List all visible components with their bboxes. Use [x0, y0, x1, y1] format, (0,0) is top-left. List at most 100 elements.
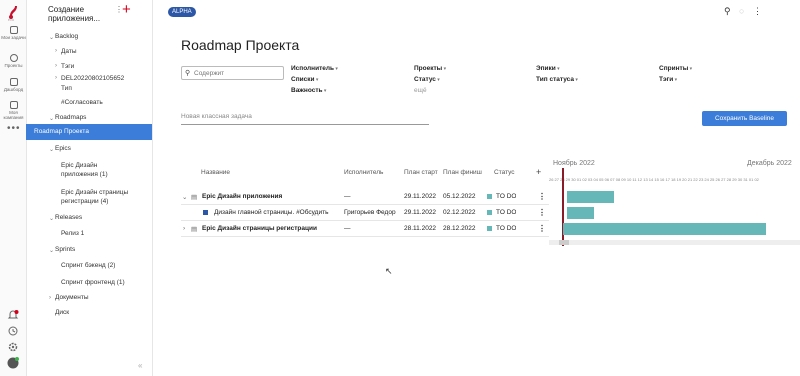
user-avatar[interactable]	[7, 357, 19, 369]
collapse-sidebar-icon[interactable]: «	[138, 361, 142, 370]
search-icon[interactable]: ⚲	[724, 6, 731, 16]
rail-my-company[interactable]: Моя компания	[0, 101, 27, 120]
gantt-bar[interactable]	[567, 191, 614, 203]
chevron-down-icon[interactable]: ⌄	[182, 193, 187, 201]
chevron-right-icon[interactable]: ›	[183, 225, 185, 232]
gantt-bar[interactable]	[563, 223, 766, 235]
tree-item-sprints[interactable]: Sprints	[55, 246, 75, 254]
gantt-scrollbar[interactable]	[549, 240, 800, 245]
filter-projects[interactable]: Проекты	[414, 65, 446, 72]
search-input[interactable]	[194, 68, 280, 78]
chevron-down-icon[interactable]: ⌄	[49, 215, 54, 222]
more-icon[interactable]: •••	[7, 124, 21, 134]
tree-item-dates[interactable]: Даты	[61, 48, 77, 56]
filter-priority[interactable]: Важность	[291, 87, 326, 94]
new-task-input[interactable]: Новая классная задача	[181, 113, 429, 125]
projects-icon	[9, 54, 18, 62]
tree-item-release1[interactable]: Релиз 1	[61, 230, 84, 238]
chevron-right-icon[interactable]: ›	[55, 48, 57, 54]
row-status[interactable]: TO DO	[496, 209, 516, 216]
col-header-name[interactable]: Название	[201, 169, 230, 176]
add-icon[interactable]: +	[122, 2, 131, 17]
alpha-badge: ALPHA	[168, 7, 196, 17]
tree-item-epic-reg[interactable]: Epic Дизайн страницы	[61, 189, 128, 197]
row-status[interactable]: TO DO	[496, 225, 516, 232]
tree-item-sprint-backend[interactable]: Спринт бэкенд (2)	[61, 262, 115, 270]
save-baseline-button[interactable]: Сохранить Baseline	[702, 111, 787, 126]
tree-item-sprint-frontend[interactable]: Спринт фронтенд (1)	[61, 279, 125, 287]
tree-item-epic-app-count[interactable]: приложения (1)	[61, 171, 108, 179]
top-toolbar: ⚲ ○ ⋮	[718, 6, 762, 17]
tree-item-documents[interactable]: Документы	[55, 294, 89, 302]
chevron-down-icon[interactable]: ⌄	[49, 247, 54, 254]
epic-icon: ▤	[191, 194, 198, 201]
tree-item-roadmap-project[interactable]: Roadmap Проекта	[26, 124, 152, 140]
settings-gear-icon[interactable]	[7, 341, 19, 353]
rail-label: Моя компания	[3, 110, 24, 120]
gantt-bar[interactable]	[567, 207, 594, 219]
status-color	[487, 210, 492, 215]
tree-item-type[interactable]: Тип	[61, 85, 72, 93]
app-logo-icon[interactable]: EVO	[6, 4, 21, 21]
row-assignee: —	[344, 193, 351, 200]
tree-item-label: Roadmap Проекта	[34, 128, 89, 135]
rail-projects[interactable]: Проекты	[0, 54, 27, 68]
filter-tags[interactable]: Тэги	[659, 76, 677, 83]
chevron-right-icon[interactable]: ›	[49, 295, 51, 301]
tree-item-releases[interactable]: Releases	[55, 214, 82, 222]
tasks-icon	[9, 26, 18, 34]
project-sidebar: Создание приложения... ⋮ + ⌄ Backlog › Д…	[27, 0, 153, 376]
tree-item-del[interactable]: DEL20220802105652	[61, 75, 124, 83]
rail-dashboard[interactable]: Дашборд	[0, 78, 27, 92]
filter-sprints[interactable]: Спринты	[659, 65, 692, 72]
epic-icon: ▤	[191, 226, 198, 233]
tree-item-epics[interactable]: Epics	[55, 145, 71, 153]
search-box[interactable]: ⚲	[181, 66, 284, 80]
project-title[interactable]: Создание приложения...	[48, 5, 118, 23]
col-header-status[interactable]: Статус	[494, 169, 515, 176]
table-row[interactable]: › ▤ Epic Дизайн страницы регистрации — 2…	[181, 221, 549, 237]
row-menu-icon[interactable]: ⋮	[538, 224, 546, 233]
rail-label: Дашборд	[3, 87, 24, 92]
chevron-down-icon[interactable]: ⌄	[49, 115, 54, 122]
row-menu-icon[interactable]: ⋮	[538, 192, 546, 201]
tree-item-backlog[interactable]: Backlog	[55, 33, 78, 41]
notification-bell-icon[interactable]	[7, 309, 19, 321]
dashboard-icon	[9, 78, 18, 86]
tree-item-tags[interactable]: Тэги	[61, 63, 74, 71]
tree-item-agree[interactable]: #Согласовать	[61, 99, 103, 107]
rail-label: Мои задачи	[1, 35, 26, 40]
gantt-days: 26 27 28 29 30 01 02 03 04 05 06 07 08 0…	[549, 177, 759, 182]
filter-lists[interactable]: Списки	[291, 76, 318, 83]
filter-status[interactable]: Статус	[414, 76, 440, 83]
row-name[interactable]: Epic Дизайн приложения	[202, 193, 342, 200]
chevron-down-icon[interactable]: ⌄	[49, 34, 54, 41]
filter-assignee[interactable]: Исполнитель	[291, 65, 338, 72]
tree-item-epic-reg-count[interactable]: регистрации (4)	[61, 198, 108, 206]
tree-item-epic-app[interactable]: Epic Дизайн	[61, 162, 97, 170]
filter-more[interactable]: ещё	[414, 87, 427, 94]
row-menu-icon[interactable]: ⋮	[538, 208, 546, 217]
col-header-start[interactable]: План старт	[404, 169, 438, 176]
tree-item-disk[interactable]: Диск	[55, 309, 69, 317]
filter-status-type[interactable]: Тип статуса	[536, 76, 578, 83]
kebab-menu-icon[interactable]: ⋮	[753, 6, 762, 16]
row-name[interactable]: Дизайн главной страницы. #Обсудить	[214, 209, 342, 216]
col-header-assignee[interactable]: Исполнитель	[344, 169, 383, 176]
history-icon[interactable]	[7, 325, 19, 337]
chevron-right-icon[interactable]: ›	[55, 75, 57, 81]
table-row[interactable]: ⌄ ▤ Epic Дизайн приложения — 29.11.2022 …	[181, 189, 549, 205]
scrollbar-thumb[interactable]	[559, 240, 569, 245]
main-content: ALPHA ⚲ ○ ⋮ Roadmap Проекта ⚲ Исполнител…	[153, 0, 800, 376]
tree-item-roadmaps[interactable]: Roadmaps	[55, 114, 86, 122]
col-header-finish[interactable]: План финиш	[443, 169, 482, 176]
status-color	[487, 226, 492, 231]
add-column-icon[interactable]: +	[536, 167, 541, 177]
chevron-down-icon[interactable]: ⌄	[49, 146, 54, 153]
chevron-right-icon[interactable]: ›	[55, 63, 57, 69]
rail-my-tasks[interactable]: Мои задачи	[0, 26, 27, 40]
row-status[interactable]: TO DO	[496, 193, 516, 200]
filter-epics[interactable]: Эпики	[536, 65, 560, 72]
row-name[interactable]: Epic Дизайн страницы регистрации	[202, 225, 342, 232]
table-row[interactable]: Дизайн главной страницы. #Обсудить Григо…	[181, 205, 549, 221]
